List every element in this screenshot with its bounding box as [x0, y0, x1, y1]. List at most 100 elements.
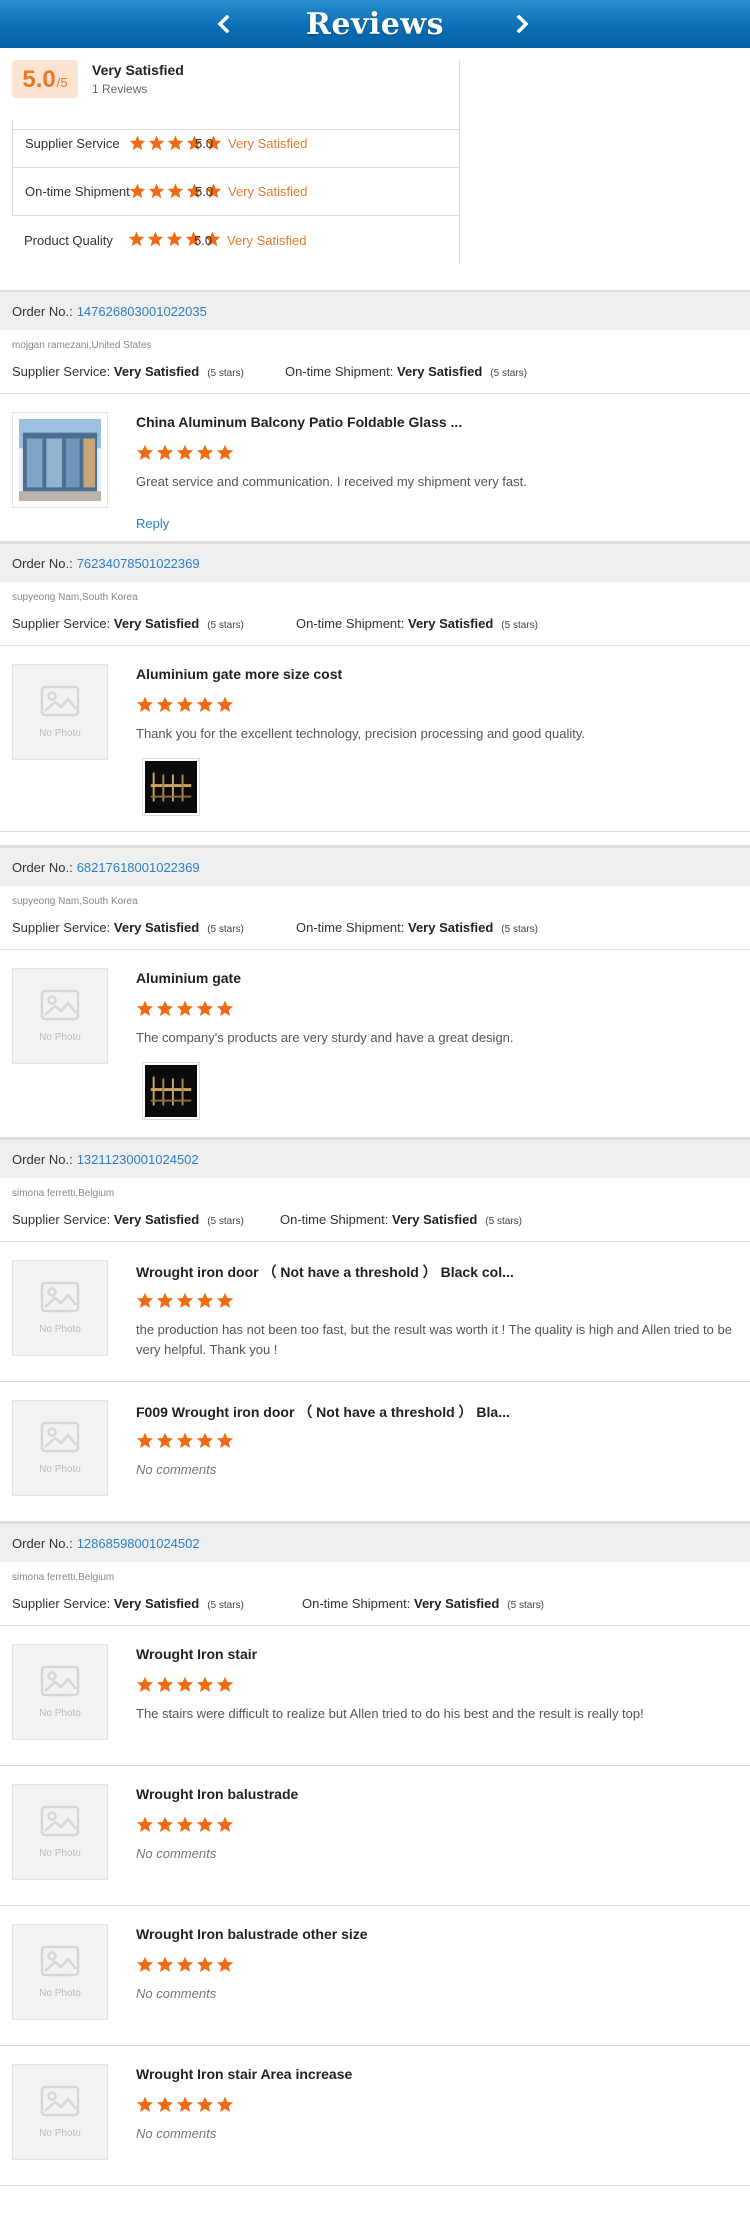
- rating-row-label: Product Quality: [24, 232, 113, 248]
- star-rating: [136, 1956, 234, 1973]
- product-title[interactable]: Wrought Iron stair: [136, 1646, 257, 1662]
- order-block: Order No.: 76234078501022369 supyeong Nam,…: [0, 542, 750, 846]
- product-title[interactable]: Wrought Iron stair Area increase: [136, 2066, 352, 2082]
- section-gap: [0, 832, 750, 846]
- no-photo-label: No Photo: [39, 2128, 81, 2139]
- image-placeholder-icon: [40, 1945, 80, 1980]
- reply-link[interactable]: Reply: [136, 516, 169, 531]
- on-time-value: Very Satisfied: [408, 920, 494, 935]
- order-no-link[interactable]: 147626803001022035: [77, 304, 207, 319]
- star-icon: [156, 1432, 174, 1449]
- product-title[interactable]: China Aluminum Balcony Patio Foldable Gl…: [136, 414, 462, 430]
- star-icon: [196, 1816, 214, 1833]
- no-photo-label: No Photo: [39, 1464, 81, 1475]
- star-icon: [196, 1432, 214, 1449]
- no-photo-placeholder: No Photo: [13, 1645, 107, 1739]
- star-icon: [176, 1816, 194, 1833]
- product-photo[interactable]: No Photo: [12, 664, 108, 760]
- review-attachment-photo[interactable]: [142, 1062, 200, 1120]
- score-badge: 5.0 /5: [12, 60, 78, 98]
- product-title[interactable]: Aluminium gate more size cost: [136, 666, 342, 682]
- order-header: Order No.: 12868598001024502: [0, 1522, 750, 1562]
- star-icon: [216, 1676, 234, 1693]
- on-time-value: Very Satisfied: [397, 364, 483, 379]
- order-no-label: Order No.:: [12, 303, 73, 319]
- on-time-label: On-time Shipment:: [296, 616, 405, 631]
- order-no-link[interactable]: 12868598001024502: [77, 1536, 200, 1551]
- prev-arrow-icon[interactable]: [210, 10, 238, 38]
- review-attachment-photo[interactable]: [142, 758, 200, 816]
- star-icon: [167, 135, 184, 151]
- star-icon: [156, 1000, 174, 1017]
- product-title[interactable]: Wrought Iron balustrade: [136, 1786, 298, 1802]
- product-title[interactable]: Wrought iron door （ Not have a threshold…: [136, 1262, 514, 1282]
- buyer-name: supyeong Nam,South Korea: [12, 896, 138, 907]
- on-time-label: On-time Shipment:: [296, 920, 405, 935]
- product-photo[interactable]: No Photo: [12, 968, 108, 1064]
- on-time-stars: (5 stars): [501, 620, 538, 631]
- order-info: supyeong Nam,South Korea Supplier Service…: [0, 886, 750, 950]
- star-icon: [136, 1956, 154, 1973]
- image-placeholder-icon: [40, 1421, 80, 1456]
- on-time-label: On-time Shipment:: [280, 1212, 389, 1227]
- star-icon: [136, 1676, 154, 1693]
- star-icon: [129, 183, 146, 199]
- product-title[interactable]: Aluminium gate: [136, 970, 241, 986]
- product-photo[interactable]: [12, 412, 108, 508]
- product-photo[interactable]: No Photo: [12, 1400, 108, 1496]
- product-title[interactable]: Wrought Iron balustrade other size: [136, 1926, 368, 1942]
- on-time-value: Very Satisfied: [392, 1212, 478, 1227]
- supplier-service-rating: Supplier Service: Very Satisfied (5 stars…: [12, 920, 244, 935]
- on-time-shipment-rating: On-time Shipment: Very Satisfied (5 stars…: [285, 364, 527, 379]
- product-photo[interactable]: No Photo: [12, 1924, 108, 2020]
- rating-breakdown: Supplier Service 5.0 Very Satisfied On-time…: [12, 120, 460, 264]
- review-item: No Photo Wrought Iron stair The stairs wer…: [0, 1626, 750, 1766]
- star-rating: [136, 2096, 234, 2113]
- on-time-label: On-time Shipment:: [302, 1596, 411, 1611]
- order-info: supyeong Nam,South Korea Supplier Service…: [0, 582, 750, 646]
- rating-summary: 5.0 /5 Very Satisfied 1 Reviews Supplier…: [0, 48, 750, 290]
- supplier-service-value: Very Satisfied: [113, 920, 200, 935]
- supplier-service-stars: (5 stars): [207, 1600, 244, 1611]
- next-arrow-icon[interactable]: [508, 10, 536, 38]
- review-comment: Thank you for the excellent technology, …: [136, 726, 586, 741]
- review-count: 1 Reviews: [92, 82, 148, 96]
- star-icon: [156, 444, 174, 461]
- star-icon: [216, 1000, 234, 1017]
- rating-row-text: Very Satisfied: [228, 184, 308, 199]
- order-no-link[interactable]: 13211230001024502: [77, 1152, 199, 1167]
- order-no-link[interactable]: 68217618001022369: [77, 860, 200, 875]
- star-icon: [196, 444, 214, 461]
- order-no-link[interactable]: 76234078501022369: [77, 556, 200, 571]
- product-photo[interactable]: No Photo: [12, 1784, 108, 1880]
- supplier-service-label: Supplier Service:: [12, 616, 111, 631]
- supplier-service-rating: Supplier Service: Very Satisfied (5 stars…: [12, 364, 244, 379]
- image-placeholder-icon: [40, 1805, 80, 1840]
- no-photo-placeholder: No Photo: [13, 665, 107, 759]
- no-photo-label: No Photo: [39, 1848, 81, 1859]
- star-rating: [136, 1676, 234, 1693]
- product-photo[interactable]: No Photo: [12, 1260, 108, 1356]
- rating-row-label: Supplier Service: [25, 136, 120, 151]
- overall-label: Very Satisfied: [92, 62, 184, 78]
- product-photo[interactable]: No Photo: [12, 2064, 108, 2160]
- on-time-shipment-rating: On-time Shipment: Very Satisfied (5 stars…: [280, 1212, 522, 1227]
- product-photo[interactable]: No Photo: [12, 1644, 108, 1740]
- rating-row-label: On-time Shipment: [25, 184, 130, 199]
- buyer-name: simona ferretti,Belgium: [12, 1572, 115, 1583]
- image-placeholder-icon: [40, 2085, 80, 2120]
- star-icon: [156, 1816, 174, 1833]
- star-rating: [136, 444, 234, 461]
- rating-row-text: Very Satisfied: [227, 232, 307, 248]
- star-icon: [196, 1956, 214, 1973]
- star-icon: [129, 135, 146, 151]
- product-title[interactable]: F009 Wrought iron door （ Not have a thre…: [136, 1402, 510, 1422]
- star-icon: [176, 1956, 194, 1973]
- star-icon: [196, 1292, 214, 1309]
- rating-row: Product Quality 5.0 Very Satisfied: [12, 216, 460, 264]
- star-icon: [176, 1000, 194, 1017]
- order-list: Order No.: 147626803001022035 mojgan ramez…: [0, 290, 750, 2186]
- review-item: No Photo Wrought iron door （ Not have a t…: [0, 1242, 750, 1382]
- order-header: Order No.: 76234078501022369: [0, 542, 750, 582]
- star-icon: [176, 444, 194, 461]
